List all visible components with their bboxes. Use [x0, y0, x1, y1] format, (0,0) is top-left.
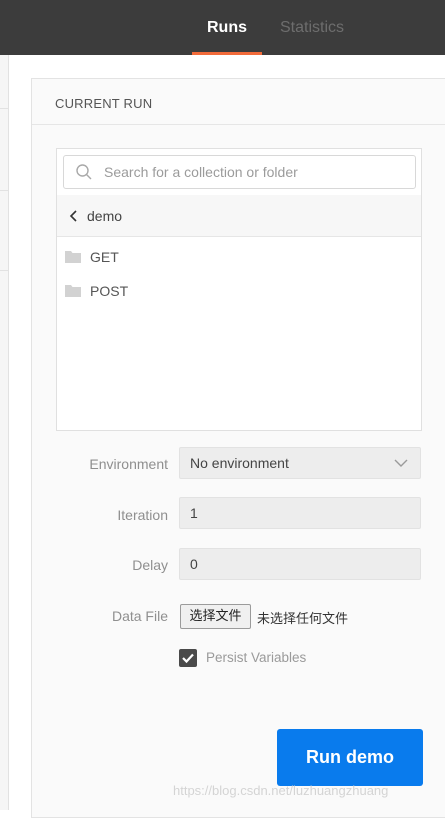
search-icon: [76, 164, 92, 180]
chevron-down-icon: [394, 459, 408, 467]
checkmark-icon: [182, 653, 194, 664]
search-input[interactable]: [104, 156, 404, 188]
top-navigation-bar: Runs Statistics: [0, 0, 445, 55]
panel-header: CURRENT RUN: [32, 79, 445, 125]
run-button[interactable]: Run demo: [277, 729, 423, 786]
collection-selector: demo GET POST: [56, 148, 422, 431]
breadcrumb[interactable]: demo: [57, 195, 421, 237]
tab-runs-label: Runs: [207, 19, 247, 36]
folder-label: POST: [90, 283, 129, 299]
persist-variables-checkbox[interactable]: [179, 649, 197, 667]
environment-select[interactable]: No environment: [179, 447, 421, 479]
panel-title: CURRENT RUN: [55, 96, 153, 111]
folder-label: GET: [90, 249, 119, 265]
delay-input[interactable]: 0: [179, 548, 421, 580]
tab-statistics-label: Statistics: [279, 19, 344, 36]
search-box[interactable]: [63, 155, 416, 189]
sidebar-divider: [0, 270, 9, 271]
iteration-input[interactable]: 1: [179, 497, 421, 529]
iteration-value: 1: [190, 505, 198, 521]
file-status: 未选择任何文件: [257, 612, 349, 627]
folder-item-get[interactable]: GET: [65, 245, 405, 271]
choose-file-button[interactable]: 选择文件: [180, 604, 251, 629]
persist-variables-label: Persist Variables: [206, 650, 307, 665]
watermark: https://blog.csdn.net/luzhuangzhuang: [173, 783, 389, 798]
folder-icon: [65, 251, 81, 263]
datafile-label: Data File: [111, 608, 168, 624]
delay-label: Delay: [132, 557, 168, 573]
current-run-panel: CURRENT RUN demo GET POST: [31, 78, 445, 818]
sidebar-divider: [0, 108, 9, 109]
delay-value: 0: [190, 556, 198, 572]
breadcrumb-label: demo: [87, 208, 123, 224]
chevron-left-icon[interactable]: [68, 209, 80, 223]
folder-icon: [65, 285, 81, 297]
tab-runs[interactable]: Runs: [192, 0, 262, 55]
active-tab-indicator: [192, 52, 262, 55]
environment-label: Environment: [89, 456, 168, 472]
sidebar-divider: [0, 190, 9, 191]
iteration-label: Iteration: [117, 507, 168, 523]
environment-value: No environment: [190, 455, 289, 471]
tab-statistics[interactable]: Statistics: [272, 0, 352, 55]
folder-item-post[interactable]: POST: [65, 279, 405, 305]
left-sidebar-edge: [0, 55, 9, 810]
